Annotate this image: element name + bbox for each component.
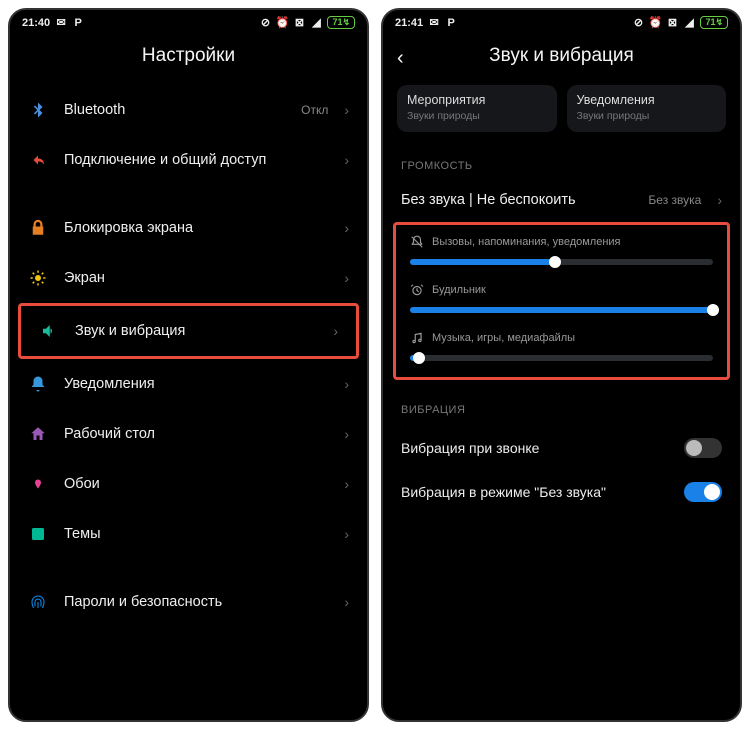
p-icon: P [72,17,84,29]
toggle-switch[interactable] [684,438,722,458]
dnd-label: Без звука | Не беспокоить [401,192,632,208]
signal-icon: ◢ [310,17,322,29]
music-icon [410,331,424,345]
slider-label: Будильник [432,284,486,296]
settings-row-fingerprint[interactable]: Пароли и безопасность › [10,577,367,627]
slider-track[interactable] [410,307,713,313]
settings-row-lock[interactable]: Блокировка экрана › [10,203,367,253]
settings-row-share[interactable]: Подключение и общий доступ › [10,135,367,185]
page-title: ‹ Звук и вибрация [383,31,740,85]
alarm-icon: ⏰ [276,17,288,29]
slider-track[interactable] [410,259,713,265]
row-label: Подключение и общий доступ [64,152,328,168]
section-header-vibration: ВИБРАЦИЯ [383,386,740,426]
box-icon: ⊠ [666,17,678,29]
card-events[interactable]: Мероприятия Звуки природы [397,85,557,132]
back-button[interactable]: ‹ [397,47,404,70]
row-label: Обои [64,476,328,492]
row-label: Уведомления [64,376,328,392]
toggle-label: Вибрация в режиме "Без звука" [401,484,606,500]
bell-off-icon [410,235,424,249]
chevron-right-icon: › [344,426,349,442]
p-icon: P [445,17,457,29]
title-text: Звук и вибрация [489,45,634,66]
row-value: Откл [301,103,328,117]
box-icon: ⊠ [293,17,305,29]
battery-icon: 71↯ [327,16,355,29]
themes-icon [28,524,48,544]
dnd-value: Без звука [648,193,701,207]
bell-icon [28,374,48,394]
row-label: Звук и вибрация [75,323,317,339]
slider-track[interactable] [410,355,713,361]
toggle-switch[interactable] [684,482,722,502]
highlight-box: Звук и вибрация › [18,303,359,359]
settings-row-themes[interactable]: Темы › [10,509,367,559]
toggle-row: Вибрация при звонке [383,426,740,470]
chevron-right-icon: › [344,594,349,610]
chevron-right-icon: › [344,476,349,492]
toggle-row: Вибрация в режиме "Без звука" [383,470,740,514]
chevron-right-icon: › [344,376,349,392]
chevron-right-icon: › [344,152,349,168]
card-subtitle: Звуки природы [407,110,547,122]
chevron-right-icon: › [344,220,349,236]
settings-row-speaker[interactable]: Звук и вибрация › [21,306,356,356]
dnd-icon: ⊘ [259,17,271,29]
signal-icon: ◢ [683,17,695,29]
settings-list: Bluetooth Откл › Подключение и общий дос… [10,85,367,627]
card-title: Мероприятия [407,93,547,107]
row-label: Блокировка экрана [64,220,328,236]
home-icon [28,424,48,444]
chevron-right-icon: › [717,192,722,208]
chevron-right-icon: › [344,526,349,542]
dnd-row[interactable]: Без звука | Не беспокоить Без звука › [383,182,740,218]
battery-icon: 71↯ [700,16,728,29]
fingerprint-icon [28,592,48,612]
card-subtitle: Звуки природы [577,110,717,122]
volume-slider-music[interactable]: Музыка, игры, медиафайлы [396,327,727,375]
chevron-right-icon: › [333,323,338,339]
toggle-label: Вибрация при звонке [401,440,539,456]
ringtone-cards: Мероприятия Звуки природы Уведомления Зв… [383,85,740,142]
alarm-icon: ⏰ [649,17,661,29]
settings-row-wallpaper[interactable]: Обои › [10,459,367,509]
clock: 21:40 [22,17,50,29]
phone-sound: 21:41 ✉ P ⊘ ⏰ ⊠ ◢ 71↯ ‹ Звук и вибрация … [381,8,742,722]
highlight-box: Вызовы, напоминания, уведомления Будильн… [393,222,730,380]
wallpaper-icon [28,474,48,494]
volume-slider-bell-off[interactable]: Вызовы, напоминания, уведомления [396,231,727,279]
row-label: Рабочий стол [64,426,328,442]
row-label: Экран [64,270,328,286]
page-title: Настройки [10,31,367,85]
volume-slider-alarm[interactable]: Будильник [396,279,727,327]
bluetooth-icon [28,100,48,120]
status-bar: 21:40 ✉ P ⊘ ⏰ ⊠ ◢ 71↯ [10,10,367,31]
row-label: Пароли и безопасность [64,594,328,610]
mail-icon: ✉ [55,17,67,29]
chevron-right-icon: › [344,270,349,286]
card-title: Уведомления [577,93,717,107]
lock-icon [28,218,48,238]
share-icon [28,150,48,170]
settings-row-home[interactable]: Рабочий стол › [10,409,367,459]
card-notifications[interactable]: Уведомления Звуки природы [567,85,727,132]
slider-label: Музыка, игры, медиафайлы [432,332,575,344]
brightness-icon [28,268,48,288]
slider-label: Вызовы, напоминания, уведомления [432,236,621,248]
clock: 21:41 [395,17,423,29]
speaker-icon [39,321,59,341]
mail-icon: ✉ [428,17,440,29]
dnd-icon: ⊘ [632,17,644,29]
phone-settings: 21:40 ✉ P ⊘ ⏰ ⊠ ◢ 71↯ Настройки Bluetoot… [8,8,369,722]
status-bar: 21:41 ✉ P ⊘ ⏰ ⊠ ◢ 71↯ [383,10,740,31]
section-header-volume: ГРОМКОСТЬ [383,142,740,182]
settings-row-bell[interactable]: Уведомления › [10,359,367,409]
settings-row-bluetooth[interactable]: Bluetooth Откл › [10,85,367,135]
alarm-icon [410,283,424,297]
chevron-right-icon: › [344,102,349,118]
row-label: Bluetooth [64,102,285,118]
settings-row-brightness[interactable]: Экран › [10,253,367,303]
row-label: Темы [64,526,328,542]
